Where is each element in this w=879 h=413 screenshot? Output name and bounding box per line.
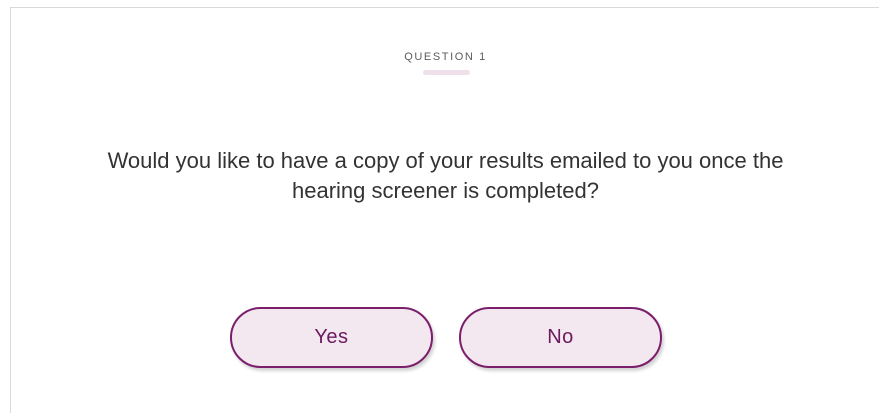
question-number: QUESTION 1 bbox=[404, 51, 487, 63]
question-card: QUESTION 1 Would you like to have a copy… bbox=[10, 7, 879, 413]
no-button[interactable]: No bbox=[459, 307, 662, 368]
question-number-underline bbox=[423, 70, 470, 75]
question-text: Would you like to have a copy of your re… bbox=[107, 148, 784, 203]
yes-button[interactable]: Yes bbox=[230, 307, 433, 368]
